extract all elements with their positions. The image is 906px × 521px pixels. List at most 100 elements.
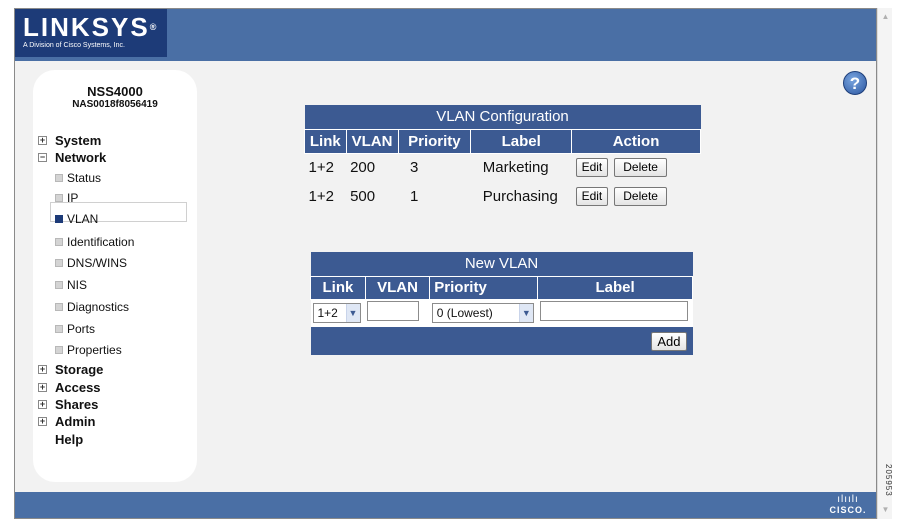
label-cell	[537, 299, 693, 327]
sidebar-item-properties[interactable]: Properties	[55, 342, 122, 358]
delete-button[interactable]: Delete	[614, 158, 667, 178]
column-header-link: Link	[310, 275, 366, 300]
sidebar-item-label: Storage	[55, 362, 104, 377]
cell-vlan: 200	[350, 159, 376, 177]
help-icon[interactable]: ?	[843, 71, 867, 95]
edit-button[interactable]: Edit	[575, 187, 609, 206]
sidebar-item-diagnostics[interactable]: Diagnostics	[55, 299, 129, 315]
expand-icon[interactable]: +	[38, 365, 47, 375]
bullet-icon	[55, 280, 63, 289]
vlan-configuration-table: VLAN Configuration Link VLAN Priority La…	[304, 105, 701, 211]
label-input[interactable]	[539, 300, 688, 321]
sidebar-item-label: Help	[55, 432, 84, 447]
device-model: NSS4000	[87, 84, 143, 99]
add-row: Add	[310, 327, 693, 355]
cisco-logo: ılıılı CISCO.	[828, 494, 868, 518]
collapse-icon[interactable]: −	[38, 153, 47, 163]
sidebar-item-ip[interactable]: IP	[55, 190, 78, 206]
cell-label: Marketing	[482, 159, 549, 177]
sidebar-item-identification[interactable]: Identification	[55, 234, 134, 250]
new-vlan-form: New VLAN Link VLAN Priority Label 1+2 ▼ 0…	[310, 252, 693, 355]
bullet-icon	[55, 324, 63, 333]
sidebar-item-admin[interactable]: + Admin	[38, 414, 95, 430]
bullet-icon	[55, 258, 63, 267]
sidebar-item-label: Network	[55, 150, 107, 165]
sidebar-item-storage[interactable]: + Storage	[38, 362, 103, 378]
bullet-icon	[55, 302, 63, 311]
column-header-priority: Priority	[429, 275, 539, 300]
column-header-label: Label	[470, 128, 573, 154]
cell-vlan: 500	[350, 188, 376, 205]
sidebar-item-system[interactable]: + System	[38, 133, 101, 149]
cisco-wordmark: CISCO.	[829, 505, 867, 515]
sidebar-item-vlan[interactable]: VLAN	[55, 211, 98, 227]
sidebar-item-dns-wins[interactable]: DNS/WINS	[55, 255, 127, 271]
sidebar-item-label: Ports	[67, 322, 96, 336]
expand-icon[interactable]: +	[38, 136, 47, 146]
cell-link: 1+2	[308, 188, 334, 205]
figure-code: 205953	[884, 464, 893, 497]
cisco-bars-icon: ılıılı	[837, 494, 859, 505]
selected-bullet-icon	[55, 214, 63, 223]
priority-cell: 0 (Lowest) ▼	[429, 299, 538, 327]
sidebar-item-label: VLAN	[67, 212, 99, 226]
expand-icon[interactable]: +	[38, 400, 47, 410]
scroll-down-icon[interactable]: ▼	[879, 503, 892, 517]
link-select-value: 1+2	[317, 306, 338, 321]
sidebar: NSS4000 NAS0018f8056419 + System − Network…	[33, 70, 197, 482]
bullet-icon	[55, 237, 63, 246]
bullet-icon	[55, 193, 63, 202]
sidebar-item-nis[interactable]: NIS	[55, 277, 87, 293]
expand-icon[interactable]: +	[38, 383, 47, 393]
column-header-link: Link	[304, 128, 347, 154]
sidebar-item-label: Diagnostics	[67, 300, 130, 314]
sidebar-item-label: System	[55, 133, 102, 148]
delete-button[interactable]: Delete	[614, 187, 667, 206]
column-header-action: Action	[571, 128, 701, 154]
sidebar-item-label: Status	[67, 171, 102, 185]
vlan-cell	[365, 299, 430, 327]
device-id: NAS0018f8056419	[72, 99, 158, 110]
header-bar: LINKSYS® A Division of Cisco Systems, In…	[15, 9, 876, 61]
brand-tagline: A Division of Cisco Systems, Inc.	[23, 42, 125, 49]
chevron-down-icon: ▼	[345, 304, 360, 323]
new-vlan-title: New VLAN	[310, 252, 693, 276]
link-select[interactable]: 1+2 ▼	[312, 303, 361, 324]
sidebar-item-label: IP	[67, 191, 79, 205]
cell-actions: Edit Delete	[572, 182, 701, 211]
sidebar-item-label: Identification	[67, 235, 135, 249]
chevron-down-icon: ▼	[518, 304, 533, 323]
priority-select-value: 0 (Lowest)	[436, 306, 493, 321]
vlan-id-input[interactable]	[367, 300, 420, 321]
cell-actions: Edit Delete	[572, 153, 701, 182]
sidebar-item-shares[interactable]: + Shares	[38, 397, 98, 413]
sidebar-item-ports[interactable]: Ports	[55, 321, 95, 337]
sidebar-item-help[interactable]: Help	[55, 432, 83, 448]
sidebar-item-label: Properties	[67, 343, 122, 357]
table-row: 1+2 200 3 Marketing Edit Delete	[305, 153, 701, 182]
expand-icon[interactable]: +	[38, 417, 47, 427]
sidebar-item-access[interactable]: + Access	[38, 380, 101, 396]
sidebar-item-status[interactable]: Status	[55, 170, 101, 186]
add-button[interactable]: Add	[651, 331, 687, 351]
linksys-logo: LINKSYS® A Division of Cisco Systems, In…	[15, 9, 167, 57]
cell-priority: 3	[410, 159, 419, 177]
brand-name: LINKSYS	[23, 12, 150, 42]
cell-priority: 1	[410, 188, 419, 205]
bullet-icon	[55, 345, 63, 354]
column-header-priority: Priority	[397, 128, 472, 154]
sidebar-item-label: NIS	[67, 278, 88, 292]
app-window: LINKSYS® A Division of Cisco Systems, In…	[14, 8, 877, 519]
column-header-label: Label	[537, 275, 693, 300]
vertical-scrollbar[interactable]: ▲ ▼	[877, 8, 892, 519]
sidebar-item-network[interactable]: − Network	[38, 150, 106, 166]
sidebar-item-label: Shares	[55, 397, 99, 412]
priority-select[interactable]: 0 (Lowest) ▼	[431, 303, 534, 324]
vlan-configuration-title: VLAN Configuration	[304, 105, 701, 129]
footer-bar: ılıılı CISCO.	[15, 492, 876, 518]
scroll-up-icon[interactable]: ▲	[879, 10, 892, 24]
bullet-icon	[55, 173, 63, 182]
cell-label: Purchasing	[482, 188, 558, 205]
edit-button[interactable]: Edit	[575, 158, 609, 178]
column-header-vlan: VLAN	[364, 275, 431, 300]
